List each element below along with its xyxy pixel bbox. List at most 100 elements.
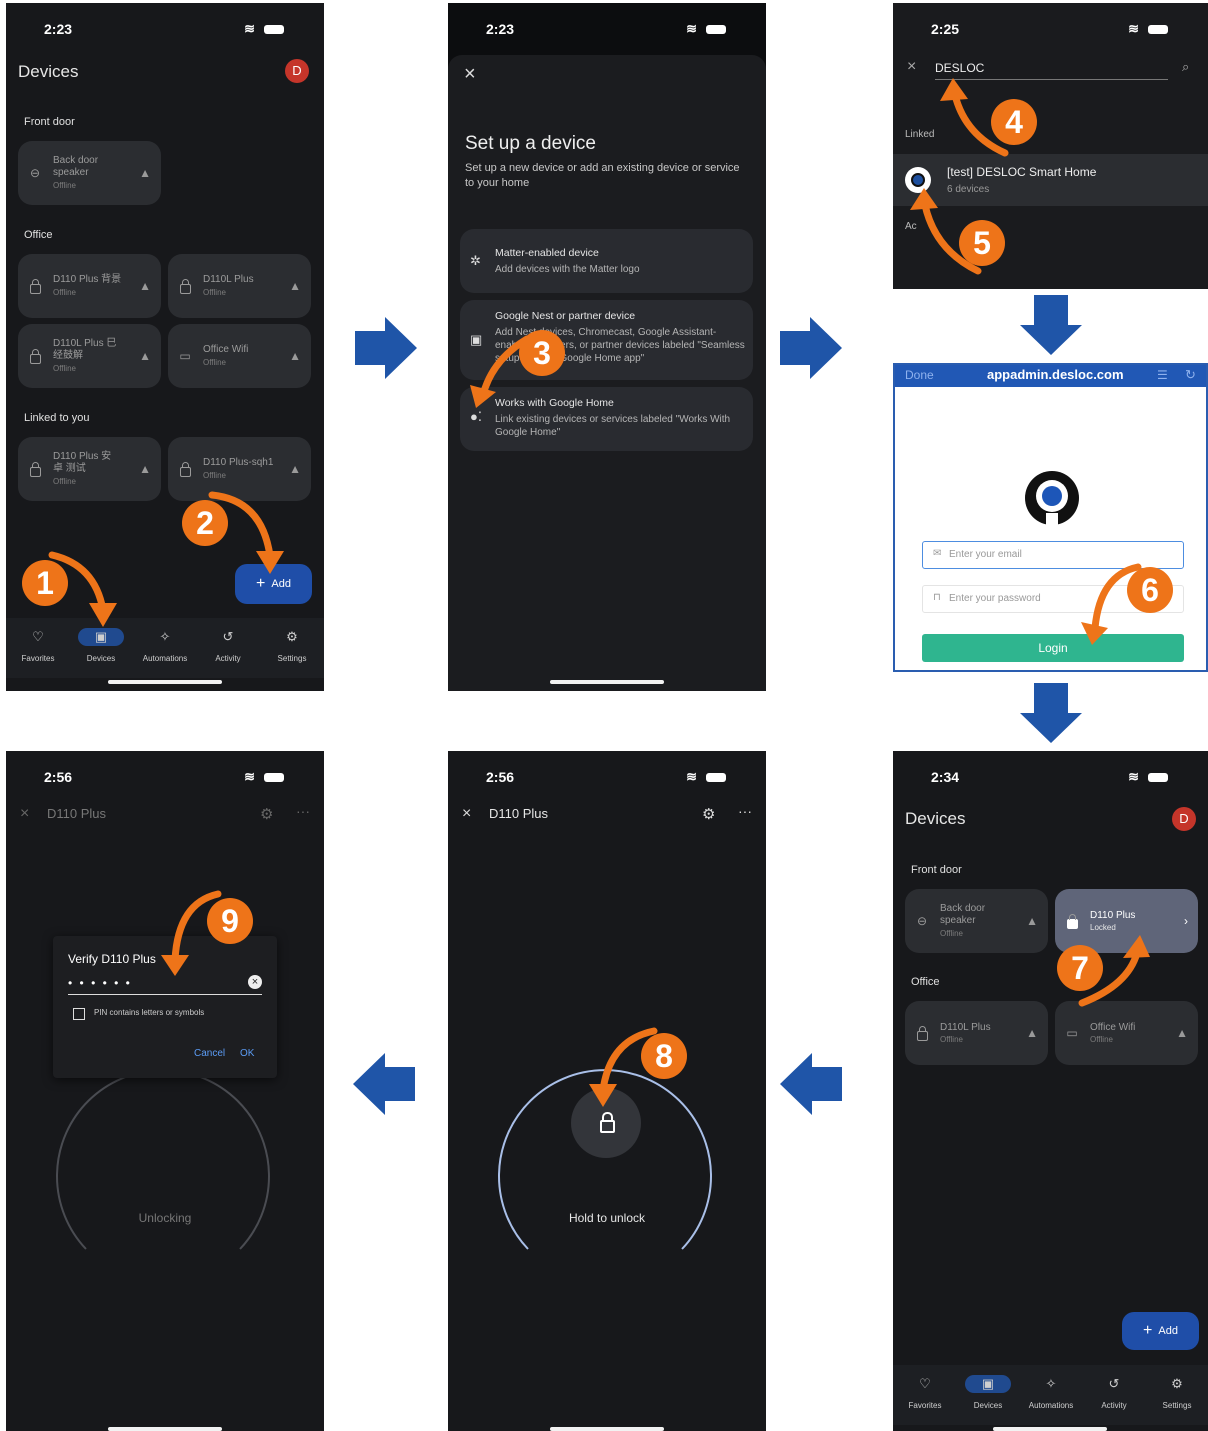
tile-name: D110L Plus: [203, 274, 254, 285]
tile-status: Offline: [940, 929, 963, 938]
nav-activity[interactable]: ↺ Activity: [196, 628, 260, 663]
matter-icon: ✲: [470, 253, 481, 268]
sparkle-icon: ✧: [1045, 1376, 1057, 1391]
nav-label: Settings: [1162, 1401, 1192, 1410]
refresh-icon[interactable]: ↻: [1185, 367, 1196, 383]
step-badge-1: 1: [22, 560, 68, 606]
tile-status: Offline: [203, 471, 226, 480]
device-tile[interactable]: ⊖ Back door speaker Offline ▲: [18, 141, 161, 205]
device-tile[interactable]: ▭ Office Wifi Offline ▲: [168, 324, 311, 388]
lock-icon: [600, 1120, 615, 1133]
step-badge-5: 5: [959, 220, 1005, 266]
matter-device-option[interactable]: ✲ Matter-enabled device Add devices with…: [460, 229, 753, 293]
close-icon[interactable]: ×: [20, 805, 29, 823]
lock-icon: [30, 462, 41, 477]
tile-name: D110L Plus: [940, 1022, 991, 1033]
desloc-result-row[interactable]: [test] DESLOC Smart Home 6 devices: [893, 154, 1208, 206]
device-tile[interactable]: D110L Plus Offline ▲: [905, 1001, 1048, 1065]
nav-activity[interactable]: ↺ Activity: [1082, 1375, 1146, 1410]
warning-icon: ▲: [289, 462, 301, 476]
nest-device-option[interactable]: ▣ Google Nest or partner device Add Nest…: [460, 300, 753, 380]
tile-status: Offline: [203, 288, 226, 297]
option-desc: Add devices with the Matter logo: [495, 264, 640, 275]
tile-name: Office Wifi: [1090, 1022, 1136, 1033]
section-front-door: Front door: [24, 116, 75, 128]
gear-icon: ⚙: [286, 629, 298, 644]
share-icon[interactable]: ☰: [1157, 368, 1168, 382]
option-desc: Link existing devices or services labele…: [495, 414, 731, 438]
add-label: Add: [1158, 1325, 1178, 1337]
screen-devices-linked: 2:34 ≋ Devices D Front door ⊖ Back door …: [893, 751, 1208, 1431]
status-bar: 2:25 ≋: [893, 17, 1208, 41]
status-bar: 2:56 ≋: [448, 765, 766, 789]
tile-name: D110L Plus 巳 经鼓解: [53, 338, 117, 361]
sparkle-icon: ✧: [159, 629, 171, 644]
search-icon[interactable]: ⌕: [1182, 59, 1189, 75]
device-tile-d110-plus[interactable]: D110 Plus Locked ›: [1055, 889, 1198, 953]
nav-devices[interactable]: ▣ Devices: [956, 1375, 1020, 1410]
step-badge-3: 3: [519, 330, 565, 376]
lock-icon: [917, 1026, 928, 1041]
nav-favorites[interactable]: ♡ Favorites: [6, 628, 70, 663]
tile-status: Offline: [1090, 1035, 1113, 1044]
lock-icon: [30, 279, 41, 294]
device-tile[interactable]: ▭ Office Wifi Offline ▲: [1055, 1001, 1198, 1065]
add-button[interactable]: + Add: [235, 564, 312, 604]
email-field[interactable]: ✉ Enter your email: [922, 541, 1184, 569]
device-tile[interactable]: ⊖ Back door speaker Offline ▲: [905, 889, 1048, 953]
device-tile[interactable]: D110L Plus Offline ▲: [168, 254, 311, 318]
tile-name: Back door speaker: [940, 903, 986, 926]
clear-icon[interactable]: ×: [248, 975, 262, 989]
tile-name: D110 Plus: [1090, 910, 1136, 921]
nav-automations[interactable]: ✧ Automations: [133, 628, 197, 663]
close-icon[interactable]: ×: [907, 58, 916, 76]
sheet-title: Set up a device: [465, 133, 596, 154]
cancel-button[interactable]: Cancel: [194, 1048, 225, 1059]
sheet: × Set up a device Set up a new device or…: [448, 55, 766, 691]
warning-icon: ▲: [289, 349, 301, 363]
nav-label: Settings: [277, 654, 307, 663]
nav-label: Favorites: [908, 1401, 942, 1410]
gear-icon[interactable]: ⚙: [702, 805, 715, 823]
device-tile[interactable]: D110 Plus 安卓 测试 Offline ▲: [18, 437, 161, 501]
device-tile[interactable]: D110 Plus-sqh1 Offline ▲: [168, 437, 311, 501]
add-label: Add: [271, 578, 291, 590]
bottom-nav: ♡ Favorites ▣ Devices ✧ Automations ↺ Activi…: [6, 618, 324, 678]
nav-automations[interactable]: ✧ Automations: [1019, 1375, 1083, 1410]
status-time: 2:56: [486, 769, 515, 785]
close-icon[interactable]: ×: [464, 63, 476, 86]
chevron-right-icon: ›: [1184, 914, 1188, 928]
status-time: 2:23: [44, 21, 73, 37]
pin-input[interactable]: • • • • • • ×: [68, 974, 262, 995]
home-indicator: [108, 1427, 222, 1431]
nav-settings[interactable]: ⚙ Settings: [260, 628, 324, 663]
add-button[interactable]: + Add: [1122, 1312, 1199, 1350]
lock-button[interactable]: [571, 1088, 641, 1158]
nav-favorites[interactable]: ♡ Favorites: [893, 1375, 957, 1410]
tile-status: Offline: [53, 364, 76, 373]
close-icon[interactable]: ×: [462, 805, 471, 823]
letters-checkbox[interactable]: [73, 1008, 85, 1020]
nav-devices[interactable]: ▣ Devices: [69, 628, 133, 663]
done-button[interactable]: Done: [905, 368, 934, 382]
device-tile[interactable]: D110L Plus 巳 经鼓解 Offline ▲: [18, 324, 161, 388]
more-icon[interactable]: ···: [296, 803, 310, 819]
step-badge-7: 7: [1057, 945, 1103, 991]
ok-button[interactable]: OK: [240, 1048, 254, 1059]
screen-search-desloc: 2:25 ≋ × DESLOC ⌕ Linked [test] DESLOC S…: [893, 3, 1208, 289]
more-icon[interactable]: ···: [738, 803, 752, 819]
avatar[interactable]: D: [285, 59, 309, 83]
login-button[interactable]: Login: [922, 634, 1184, 662]
dialog-title: Verify D110 Plus: [68, 952, 156, 966]
screen-hold-to-unlock: 2:56 ≋ × D110 Plus ⚙ ··· Hold to unlock: [448, 751, 766, 1431]
works-with-google-option[interactable]: ●⁚ Works with Google Home Link existing …: [460, 387, 753, 451]
device-tile[interactable]: D110 Plus 背景 Offline ▲: [18, 254, 161, 318]
plus-icon: +: [1143, 1322, 1153, 1340]
step-badge-8: 8: [641, 1033, 687, 1079]
avatar[interactable]: D: [1172, 807, 1196, 831]
browser-bar: Done appadmin.desloc.com ☰ ↻: [895, 365, 1206, 387]
search-input[interactable]: DESLOC: [935, 59, 1168, 80]
history-icon: ↺: [1108, 1376, 1120, 1391]
nav-settings[interactable]: ⚙ Settings: [1145, 1375, 1208, 1410]
gear-icon[interactable]: ⚙: [260, 805, 273, 823]
